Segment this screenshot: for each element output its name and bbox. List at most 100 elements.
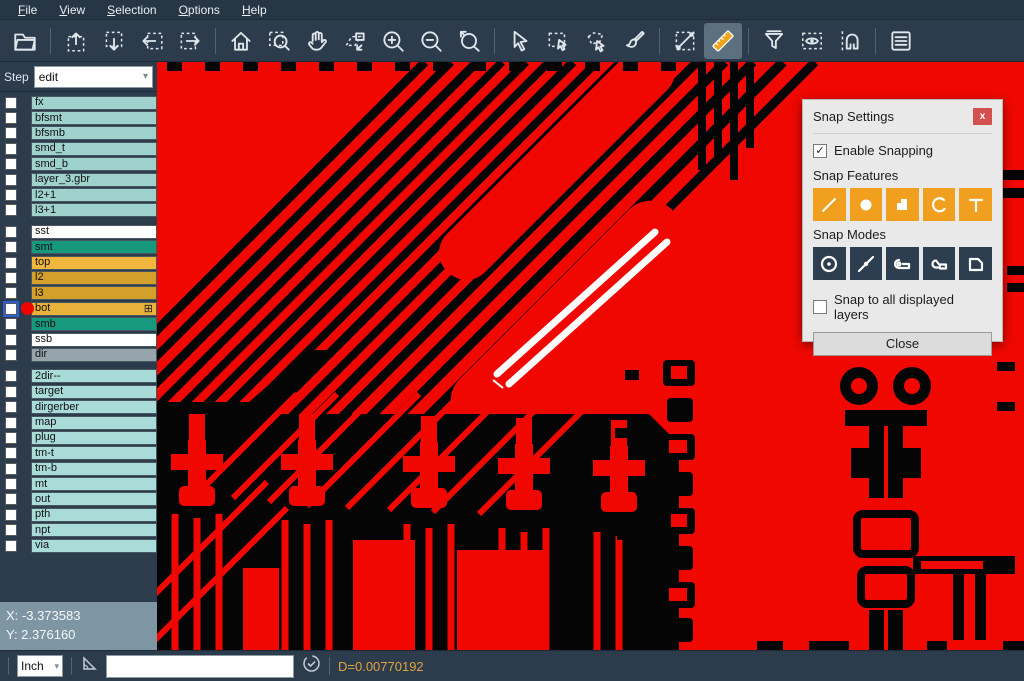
layer-visibility-checkbox[interactable] bbox=[5, 127, 17, 139]
dialog-title-bar[interactable]: Snap Settings x bbox=[813, 108, 992, 134]
layer-row-top[interactable]: top bbox=[0, 255, 157, 270]
layer-row-dirgerber[interactable]: dirgerber bbox=[0, 399, 157, 414]
layer-row-l3+1[interactable]: l3+1 bbox=[0, 203, 157, 218]
layer-row-tm-t[interactable]: tm-t bbox=[0, 446, 157, 461]
layer-visibility-checkbox[interactable] bbox=[5, 97, 17, 109]
layer-name-field[interactable]: l2+1 bbox=[31, 188, 157, 202]
snap-all-layers-checkbox[interactable] bbox=[813, 300, 827, 314]
snap-center-icon[interactable] bbox=[813, 247, 846, 280]
layer-row-fx[interactable]: fx bbox=[0, 95, 157, 110]
pan-hand-icon[interactable] bbox=[298, 23, 336, 59]
open-folder-icon[interactable] bbox=[6, 23, 44, 59]
layer-row-l2+1[interactable]: l2+1 bbox=[0, 187, 157, 202]
snap-pad-shape-icon[interactable] bbox=[886, 188, 919, 221]
select-rect-icon[interactable] bbox=[539, 23, 577, 59]
layer-visibility-checkbox[interactable] bbox=[5, 287, 17, 299]
layer-visibility-checkbox[interactable] bbox=[5, 417, 17, 429]
layer-name-field[interactable]: npt bbox=[31, 523, 157, 537]
layer-row-l3[interactable]: l3 bbox=[0, 286, 157, 301]
layer-row-plug[interactable]: plug bbox=[0, 430, 157, 445]
enable-snapping-checkbox[interactable]: ✓ bbox=[813, 144, 827, 158]
layer-visibility-checkbox[interactable] bbox=[5, 241, 17, 253]
units-select[interactable]: Inch ▾ bbox=[17, 655, 63, 677]
measure-value-input[interactable] bbox=[106, 655, 294, 678]
layer-row-out[interactable]: out bbox=[0, 492, 157, 507]
pan-left-icon[interactable] bbox=[133, 23, 171, 59]
menu-options[interactable]: Options bbox=[169, 1, 230, 19]
layer-visibility-checkbox[interactable] bbox=[5, 386, 17, 398]
layer-name-field[interactable]: mt bbox=[31, 477, 157, 491]
layer-name-field[interactable]: ssb bbox=[31, 333, 157, 347]
snap-text-icon[interactable] bbox=[959, 188, 992, 221]
layer-name-field[interactable]: top bbox=[31, 256, 157, 270]
layer-name-field[interactable]: plug bbox=[31, 431, 157, 445]
layer-row-via[interactable]: via bbox=[0, 538, 157, 553]
layer-row-l2[interactable]: l2 bbox=[0, 270, 157, 285]
layer-name-field[interactable]: tm-b bbox=[31, 462, 157, 476]
ruler-icon[interactable] bbox=[704, 23, 742, 59]
pan-right-icon[interactable] bbox=[171, 23, 209, 59]
select-polygon-icon[interactable] bbox=[577, 23, 615, 59]
layer-row-2dir--[interactable]: 2dir-- bbox=[0, 369, 157, 384]
layer-name-field[interactable]: smb bbox=[31, 317, 157, 331]
layer-visibility-checkbox[interactable] bbox=[5, 401, 17, 413]
layer-name-field[interactable]: smd_t bbox=[31, 142, 157, 156]
zoom-window-icon[interactable] bbox=[260, 23, 298, 59]
layer-visibility-checkbox[interactable] bbox=[5, 478, 17, 490]
layer-row-sst[interactable]: sst bbox=[0, 224, 157, 239]
layer-visibility-checkbox[interactable] bbox=[5, 318, 17, 330]
layer-visibility-checkbox[interactable] bbox=[5, 303, 17, 315]
layer-row-smd_t[interactable]: smd_t bbox=[0, 141, 157, 156]
view-options-icon[interactable] bbox=[793, 23, 831, 59]
snap-on-line-icon[interactable] bbox=[850, 247, 883, 280]
layer-name-field[interactable]: fx bbox=[31, 96, 157, 110]
layer-name-field[interactable]: l3+1 bbox=[31, 203, 157, 217]
layer-visibility-checkbox[interactable] bbox=[5, 463, 17, 475]
layer-row-tm-b[interactable]: tm-b bbox=[0, 461, 157, 476]
layer-name-field[interactable]: via bbox=[31, 539, 157, 553]
layer-name-field[interactable]: smd_b bbox=[31, 157, 157, 171]
layer-visibility-checkbox[interactable] bbox=[5, 272, 17, 284]
close-button[interactable]: Close bbox=[813, 332, 992, 356]
zoom-previous-icon[interactable] bbox=[450, 23, 488, 59]
apply-check-icon[interactable] bbox=[302, 654, 321, 678]
layer-name-field[interactable]: target bbox=[31, 385, 157, 399]
snap-line-icon[interactable] bbox=[813, 188, 846, 221]
layer-visibility-checkbox[interactable] bbox=[5, 174, 17, 186]
zoom-in-icon[interactable] bbox=[374, 23, 412, 59]
menu-file[interactable]: File bbox=[8, 1, 47, 19]
home-icon[interactable] bbox=[222, 23, 260, 59]
select-arrow-icon[interactable] bbox=[501, 23, 539, 59]
layer-name-field[interactable]: dirgerber bbox=[31, 400, 157, 414]
menu-view[interactable]: View bbox=[49, 1, 95, 19]
step-select[interactable]: edit ▾ bbox=[34, 66, 153, 88]
layer-name-field[interactable]: tm-t bbox=[31, 446, 157, 460]
layer-visibility-checkbox[interactable] bbox=[5, 349, 17, 361]
pan-up-icon[interactable] bbox=[57, 23, 95, 59]
layer-row-bot[interactable]: bot⊞ bbox=[0, 301, 157, 316]
layer-visibility-checkbox[interactable] bbox=[5, 432, 17, 444]
snap-pad-entry-icon[interactable] bbox=[886, 247, 919, 280]
snap-pad-outline-icon[interactable] bbox=[923, 247, 956, 280]
snap-pad-round-icon[interactable] bbox=[850, 188, 883, 221]
layer-name-field[interactable]: bfsmt bbox=[31, 111, 157, 125]
layer-row-pth[interactable]: pth bbox=[0, 507, 157, 522]
measure-line-icon[interactable] bbox=[666, 23, 704, 59]
snap-outline-icon[interactable] bbox=[959, 247, 992, 280]
report-panel-icon[interactable] bbox=[882, 23, 920, 59]
layer-name-field[interactable]: bot⊞ bbox=[31, 302, 157, 316]
pan-down-icon[interactable] bbox=[95, 23, 133, 59]
layer-name-field[interactable]: bfsmb bbox=[31, 126, 157, 140]
zoom-dynamic-icon[interactable] bbox=[336, 23, 374, 59]
snap-arc-icon[interactable] bbox=[923, 188, 956, 221]
menu-help[interactable]: Help bbox=[232, 1, 277, 19]
layer-row-target[interactable]: target bbox=[0, 384, 157, 399]
select-brush-icon[interactable] bbox=[615, 23, 653, 59]
layer-name-field[interactable]: pth bbox=[31, 508, 157, 522]
layer-name-field[interactable]: layer_3.gbr bbox=[31, 173, 157, 187]
layer-visibility-checkbox[interactable] bbox=[5, 257, 17, 269]
layer-visibility-checkbox[interactable] bbox=[5, 370, 17, 382]
layer-visibility-checkbox[interactable] bbox=[5, 334, 17, 346]
layer-visibility-checkbox[interactable] bbox=[5, 226, 17, 238]
layer-visibility-checkbox[interactable] bbox=[5, 540, 17, 552]
